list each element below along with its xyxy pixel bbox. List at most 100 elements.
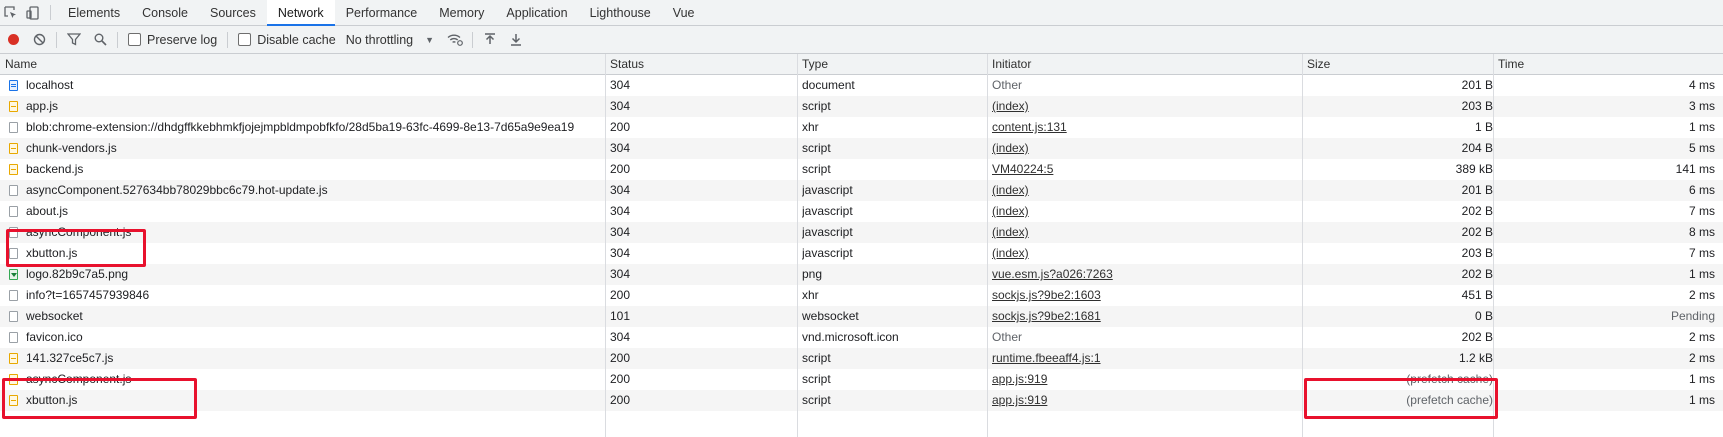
request-size: 202 B [1461, 204, 1493, 218]
table-row[interactable]: chunk-vendors.js 304 script (index) 204 B 5 m… [0, 138, 1723, 159]
request-initiator[interactable]: (index) [992, 138, 1302, 159]
tab-elements[interactable]: Elements [57, 0, 131, 25]
column-header-type[interactable]: Type [797, 54, 828, 74]
table-row[interactable]: localhost 304 document Other 201 B 4 ms [0, 75, 1723, 96]
request-name: backend.js [26, 162, 84, 176]
tabbar-separator [50, 5, 51, 20]
request-initiator[interactable]: vue.esm.js?a026:7263 [992, 264, 1302, 285]
request-size: 203 B [1461, 246, 1493, 260]
request-initiator[interactable]: (index) [992, 96, 1302, 117]
tab-application[interactable]: Application [495, 0, 578, 25]
tab-memory[interactable]: Memory [428, 0, 495, 25]
request-status: 101 [610, 309, 631, 323]
table-row[interactable]: app.js 304 script (index) 203 B 3 ms [0, 96, 1723, 117]
record-icon [7, 34, 19, 45]
file-icon [9, 290, 18, 301]
tab-performance[interactable]: Performance [335, 0, 429, 25]
request-initiator[interactable]: sockjs.js?9be2:1603 [992, 285, 1302, 306]
column-header-name[interactable]: Name [0, 54, 37, 74]
request-type: script [802, 351, 831, 365]
disable-cache-label: Disable cache [257, 32, 336, 47]
request-size: 202 B [1461, 225, 1493, 239]
column-header-initiator[interactable]: Initiator [987, 54, 1031, 74]
request-name: favicon.ico [26, 330, 83, 344]
device-toolbar-icon[interactable] [22, 0, 44, 25]
inspect-element-icon[interactable] [0, 0, 22, 25]
filter-button[interactable] [61, 26, 87, 53]
filter-icon [67, 33, 81, 46]
tab-sources[interactable]: Sources [199, 0, 267, 25]
tab-console[interactable]: Console [131, 0, 199, 25]
request-type: javascript [802, 204, 853, 218]
table-row[interactable]: backend.js 200 script VM40224:5 389 kB 141 ms [0, 159, 1723, 180]
upload-icon [485, 33, 496, 44]
table-row[interactable]: favicon.ico 304 vnd.microsoft.icon Other 202… [0, 327, 1723, 348]
table-row[interactable]: asyncComponent.527634bb78029bbc6c79.hot-… [0, 180, 1723, 201]
request-time: 1 ms [1688, 120, 1715, 134]
preserve-log-checkbox[interactable]: Preserve log [128, 33, 217, 47]
request-status: 200 [610, 351, 631, 365]
column-header-time[interactable]: Time [1493, 54, 1524, 74]
export-har-button[interactable] [503, 26, 529, 53]
request-initiator[interactable]: content.js:131 [992, 117, 1302, 138]
tab-vue[interactable]: Vue [662, 0, 706, 25]
column-header-status[interactable]: Status [605, 54, 644, 74]
request-type: javascript [802, 225, 853, 239]
request-initiator[interactable]: sockjs.js?9be2:1681 [992, 306, 1302, 327]
request-status: 200 [610, 162, 631, 176]
download-icon [511, 34, 522, 46]
request-name: asyncComponent.527634bb78029bbc6c79.hot-… [26, 183, 328, 197]
request-name: chunk-vendors.js [26, 141, 117, 155]
column-header-size[interactable]: Size [1302, 54, 1330, 74]
request-initiator[interactable]: (index) [992, 222, 1302, 243]
request-initiator[interactable]: runtime.fbeeaff4.js:1 [992, 348, 1302, 369]
request-time: 8 ms [1688, 225, 1715, 239]
request-initiator[interactable]: app.js:919 [992, 390, 1302, 411]
network-conditions-button[interactable] [442, 26, 468, 53]
table-row[interactable]: blob:chrome-extension://dhdgffkkebhmkfjo… [0, 117, 1723, 138]
request-status: 304 [610, 330, 631, 344]
table-header: Name Status Type Initiator Size Time [0, 54, 1723, 75]
request-status: 304 [610, 246, 631, 260]
request-initiator[interactable]: VM40224:5 [992, 159, 1302, 180]
script-file-icon [9, 143, 18, 154]
request-initiator[interactable]: (index) [992, 180, 1302, 201]
request-name: app.js [26, 99, 59, 113]
table-row[interactable]: about.js 304 javascript (index) 202 B 7 ms [0, 201, 1723, 222]
request-type: script [802, 372, 831, 386]
request-status: 304 [610, 183, 631, 197]
request-name: about.js [26, 204, 69, 218]
tab-lighthouse[interactable]: Lighthouse [579, 0, 662, 25]
file-icon [9, 122, 18, 133]
request-status: 200 [610, 120, 631, 134]
wifi-settings-icon [447, 34, 463, 46]
disable-cache-checkbox[interactable]: Disable cache [238, 33, 336, 47]
request-time: 1 ms [1688, 267, 1715, 281]
table-row[interactable]: info?t=1657457939846 200 xhr sockjs.js?9be2… [0, 285, 1723, 306]
search-button[interactable] [87, 26, 113, 53]
request-name: info?t=1657457939846 [26, 288, 150, 302]
request-status: 304 [610, 99, 631, 113]
table-row[interactable]: websocket 101 websocket sockjs.js?9be2:1681… [0, 306, 1723, 327]
table-row[interactable]: logo.82b9c7a5.png 304 png vue.esm.js?a026:7… [0, 264, 1723, 285]
request-type: document [802, 78, 855, 92]
table-row[interactable]: asyncComponent.js 304 javascript (index) 202… [0, 222, 1723, 243]
table-row[interactable]: xbutton.js 304 javascript (index) 203 B7 ms [0, 243, 1723, 264]
request-size: 202 B [1461, 267, 1493, 281]
request-initiator[interactable]: (index) [992, 201, 1302, 222]
tab-list: Elements Console Sources Network Performance… [57, 0, 706, 26]
throttling-select[interactable]: No throttling ▼ [346, 33, 434, 47]
table-row[interactable]: 141.327ce5c7.js 200 script runtime.fbeeaff4… [0, 348, 1723, 369]
request-size: 389 kB [1455, 162, 1493, 176]
request-time: 141 ms [1675, 162, 1715, 176]
toolbar-separator [227, 31, 229, 48]
request-time: 3 ms [1688, 99, 1715, 113]
request-type: script [802, 99, 831, 113]
script-file-icon [9, 353, 18, 364]
tab-network[interactable]: Network [266, 0, 335, 26]
request-initiator[interactable]: app.js:919 [992, 369, 1302, 390]
clear-button[interactable] [26, 26, 52, 53]
import-har-button[interactable] [477, 26, 503, 53]
request-initiator[interactable]: (index) [992, 243, 1302, 264]
record-button[interactable] [0, 26, 26, 53]
